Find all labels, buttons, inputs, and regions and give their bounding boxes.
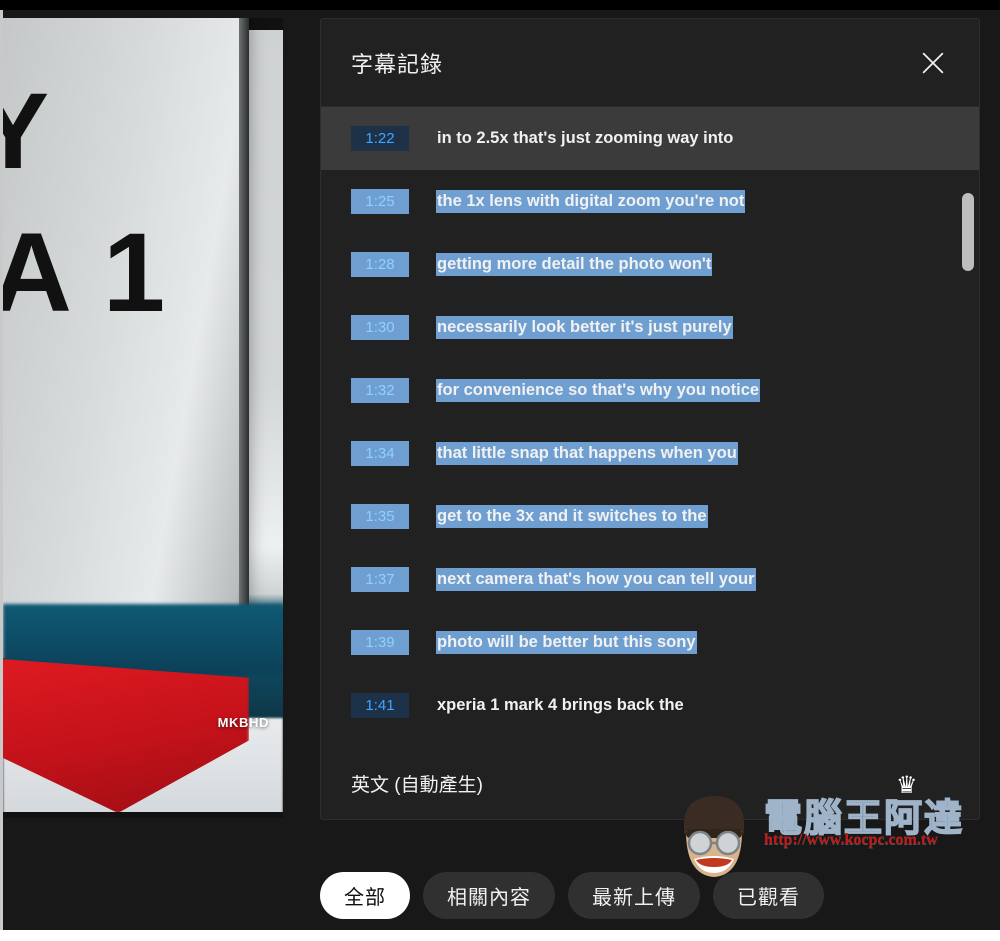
transcript-row[interactable]: 1:34 that little snap that happens when y… bbox=[321, 422, 979, 485]
transcript-row[interactable]: 1:30 necessarily look better it's just pu… bbox=[321, 296, 979, 359]
bottom-window-edge bbox=[0, 930, 1000, 941]
close-button[interactable] bbox=[911, 41, 955, 85]
transcript-caption[interactable]: photo will be better but this sony bbox=[437, 632, 696, 653]
transcript-row[interactable]: 1:28 getting more detail the photo won't bbox=[321, 233, 979, 296]
transcript-list[interactable]: 1:22 in to 2.5x that's just zooming way i… bbox=[321, 107, 979, 747]
transcript-caption[interactable]: xperia 1 mark 4 brings back the bbox=[437, 695, 684, 716]
transcript-timestamp[interactable]: 1:41 bbox=[351, 693, 409, 718]
transcript-timestamp[interactable]: 1:35 bbox=[351, 504, 409, 529]
page-title: 字幕記錄 bbox=[351, 51, 444, 77]
transcript-scrollbar[interactable] bbox=[961, 115, 975, 745]
transcript-language-label[interactable]: 英文 (自動產生) bbox=[351, 770, 483, 797]
video-overlay-text-2: A 1 bbox=[3, 210, 168, 335]
transcript-row[interactable]: 1:37 next camera that's how you can tell … bbox=[321, 548, 979, 611]
transcript-row[interactable]: 1:32 for convenience so that's why you no… bbox=[321, 359, 979, 422]
transcript-timestamp[interactable]: 1:39 bbox=[351, 630, 409, 655]
transcript-header: 字幕記錄 bbox=[321, 19, 979, 107]
transcript-timestamp[interactable]: 1:28 bbox=[351, 252, 409, 277]
video-letterbox-bottom bbox=[3, 812, 283, 818]
transcript-caption[interactable]: that little snap that happens when you bbox=[437, 443, 737, 464]
transcript-caption[interactable]: getting more detail the photo won't bbox=[437, 254, 712, 275]
filter-chip[interactable]: 相關內容 bbox=[423, 872, 555, 919]
transcript-footer: 英文 (自動產生) bbox=[321, 747, 979, 819]
transcript-caption[interactable]: necessarily look better it's just purely bbox=[437, 317, 732, 338]
video-player[interactable]: Y A 1 MKBHD bbox=[3, 18, 283, 818]
filter-chip[interactable]: 最新上傳 bbox=[568, 872, 700, 919]
transcript-row[interactable]: 1:39 photo will be better but this sony bbox=[321, 611, 979, 674]
transcript-row[interactable]: 1:22 in to 2.5x that's just zooming way i… bbox=[321, 107, 979, 170]
close-icon bbox=[918, 48, 948, 78]
transcript-timestamp[interactable]: 1:34 bbox=[351, 441, 409, 466]
transcript-row[interactable]: 1:41 xperia 1 mark 4 brings back the bbox=[321, 674, 979, 737]
scrollbar-thumb[interactable] bbox=[962, 193, 974, 271]
channel-watermark: MKBHD bbox=[217, 715, 269, 730]
filter-chip[interactable]: 全部 bbox=[320, 872, 410, 919]
transcript-row[interactable]: 1:35 get to the 3x and it switches to the bbox=[321, 485, 979, 548]
filter-chip-bar: 全部 相關內容 最新上傳 已觀看 bbox=[320, 872, 980, 919]
transcript-timestamp[interactable]: 1:30 bbox=[351, 315, 409, 340]
top-black-bar bbox=[0, 0, 1000, 10]
transcript-timestamp[interactable]: 1:25 bbox=[351, 189, 409, 214]
video-frame: Y A 1 MKBHD bbox=[3, 18, 283, 818]
filter-chip[interactable]: 已觀看 bbox=[713, 872, 824, 919]
app-root: Y A 1 MKBHD 字幕記錄 1:22 in to 2.5x that's j… bbox=[0, 0, 1000, 941]
transcript-timestamp[interactable]: 1:37 bbox=[351, 567, 409, 592]
transcript-caption[interactable]: in to 2.5x that's just zooming way into bbox=[437, 128, 733, 149]
transcript-caption[interactable]: next camera that's how you can tell your bbox=[437, 569, 755, 590]
video-overlay-text-1: Y bbox=[3, 70, 49, 191]
transcript-row[interactable]: 1:25 the 1x lens with digital zoom you're… bbox=[321, 170, 979, 233]
transcript-timestamp[interactable]: 1:22 bbox=[351, 126, 409, 151]
transcript-caption[interactable]: the 1x lens with digital zoom you're not bbox=[437, 191, 745, 212]
video-subject-panel-edge bbox=[239, 18, 249, 658]
transcript-panel: 字幕記錄 1:22 in to 2.5x that's just zooming … bbox=[320, 18, 980, 820]
transcript-caption[interactable]: get to the 3x and it switches to the bbox=[437, 506, 707, 527]
transcript-caption[interactable]: for convenience so that's why you notice bbox=[437, 380, 760, 401]
transcript-timestamp[interactable]: 1:32 bbox=[351, 378, 409, 403]
